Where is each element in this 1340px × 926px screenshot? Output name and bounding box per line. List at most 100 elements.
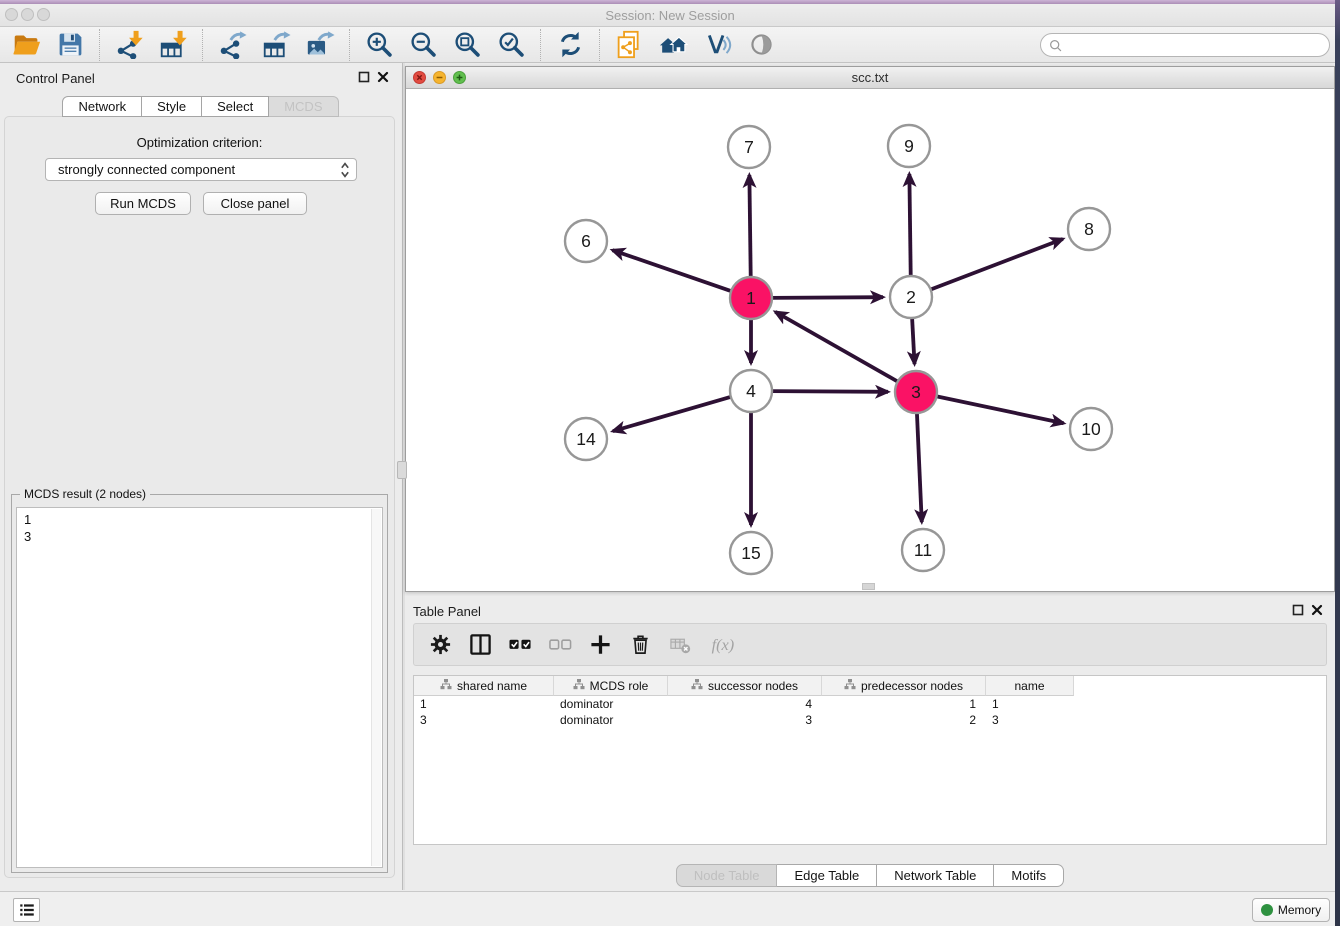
cell-name[interactable]: 1 — [986, 696, 1074, 712]
graph-node-label-1: 1 — [746, 288, 756, 308]
unselect-all-button[interactable] — [549, 633, 572, 656]
window-close-button[interactable] — [5, 8, 18, 21]
zoom-in-button[interactable] — [359, 28, 399, 62]
delete-button[interactable] — [629, 633, 652, 656]
cell-successor-nodes[interactable]: 4 — [668, 696, 822, 712]
table-body: 1dominator4113dominator323 — [414, 696, 1326, 728]
home-button[interactable] — [653, 28, 693, 62]
gear-button[interactable] — [429, 633, 452, 656]
graph-edge-2-8[interactable] — [930, 239, 1063, 290]
tab-motifs[interactable]: Motifs — [994, 864, 1064, 887]
search-icon — [1049, 39, 1063, 53]
graph-node-label-14: 14 — [576, 429, 596, 449]
cell-shared-name[interactable]: 1 — [414, 696, 554, 712]
window-minimize-button[interactable] — [21, 8, 34, 21]
run-mcds-button[interactable]: Run MCDS — [95, 192, 191, 215]
columns-button[interactable] — [469, 633, 492, 656]
graph-edge-3-11[interactable] — [917, 412, 922, 522]
cell-name[interactable]: 3 — [986, 712, 1074, 728]
cell-mcds-role[interactable]: dominator — [554, 712, 668, 728]
zoom-out-button[interactable] — [403, 28, 443, 62]
column-header-label: shared name — [457, 679, 527, 693]
refresh-button[interactable] — [550, 28, 590, 62]
open-button[interactable] — [6, 28, 46, 62]
tab-edge-table[interactable]: Edge Table — [777, 864, 877, 887]
memory-button[interactable]: Memory — [1252, 898, 1330, 922]
frame-close-icon[interactable] — [413, 71, 426, 84]
window-titlebar[interactable]: Session: New Session — [0, 0, 1340, 27]
window-zoom-button[interactable] — [37, 8, 50, 21]
close-panel-button[interactable]: Close panel — [203, 192, 307, 215]
toolbar-separator — [202, 29, 203, 61]
frame-minimize-icon[interactable] — [433, 71, 446, 84]
svg-text:f(x): f(x) — [712, 635, 735, 654]
tab-mcds[interactable]: MCDS — [269, 96, 338, 117]
graph-edge-1-2[interactable] — [771, 297, 883, 298]
column-header-label: predecessor nodes — [861, 679, 963, 693]
graph-edge-3-10[interactable] — [936, 396, 1064, 423]
graph-edge-2-3[interactable] — [912, 317, 914, 364]
table-row[interactable]: 1dominator411 — [414, 696, 1326, 712]
tab-style[interactable]: Style — [142, 96, 202, 117]
task-history-button[interactable] — [13, 898, 40, 922]
float-panel-icon[interactable] — [358, 71, 370, 83]
function-icon: f(x) — [709, 633, 743, 656]
column-header-shared-name[interactable]: shared name — [414, 676, 554, 696]
graph-node-label-7: 7 — [744, 137, 754, 157]
table-header-row: shared name MCDS rolesuccessor nodes prede… — [414, 676, 1326, 696]
network-window-titlebar[interactable]: scc.txt — [406, 67, 1334, 89]
zoom-selected-button[interactable] — [491, 28, 531, 62]
save-button[interactable] — [50, 28, 90, 62]
columns-icon — [469, 633, 492, 656]
mcds-result-area[interactable]: 1 3 — [16, 507, 383, 868]
window-resize-handle[interactable] — [862, 583, 875, 590]
float-table-panel-icon[interactable] — [1292, 604, 1304, 616]
add-button[interactable] — [589, 633, 612, 656]
column-header-predecessor-nodes[interactable]: predecessor nodes — [822, 676, 986, 696]
graph-edge-2-9[interactable] — [909, 174, 910, 277]
export-table-button[interactable] — [256, 28, 296, 62]
graph-edge-1-6[interactable] — [612, 250, 732, 291]
column-header-name[interactable]: name — [986, 676, 1074, 696]
import-network-button[interactable] — [109, 28, 149, 62]
graph-edge-1-7[interactable] — [749, 175, 750, 278]
criterion-select-value: strongly connected component — [58, 162, 235, 177]
search-input[interactable] — [1067, 35, 1322, 55]
export-image-button[interactable] — [300, 28, 340, 62]
cell-successor-nodes[interactable]: 3 — [668, 712, 822, 728]
clone-network-button[interactable] — [609, 28, 649, 62]
cell-mcds-role[interactable]: dominator — [554, 696, 668, 712]
graph-edge-4-3[interactable] — [771, 391, 888, 392]
cell-predecessor-nodes[interactable]: 2 — [822, 712, 986, 728]
vizmapper-button[interactable] — [697, 28, 737, 62]
graph-edge-4-14[interactable] — [613, 397, 732, 432]
close-table-panel-icon[interactable] — [1311, 604, 1323, 616]
show-hide-graphics-button[interactable] — [741, 28, 781, 62]
tab-select[interactable]: Select — [202, 96, 269, 117]
graph-node-label-15: 15 — [741, 543, 760, 563]
network-canvas[interactable]: 7968124314101511 — [406, 89, 1334, 592]
graph-edge-3-1[interactable] — [775, 312, 898, 382]
tab-network-table[interactable]: Network Table — [877, 864, 994, 887]
column-header-successor-nodes[interactable]: successor nodes — [668, 676, 822, 696]
control-panel-header: Control Panel — [0, 63, 401, 93]
cell-shared-name[interactable]: 3 — [414, 712, 554, 728]
cell-predecessor-nodes[interactable]: 1 — [822, 696, 986, 712]
graph-node-label-6: 6 — [581, 231, 591, 251]
frame-zoom-icon[interactable] — [453, 71, 466, 84]
zoom-fit-button[interactable] — [447, 28, 487, 62]
close-panel-icon[interactable] — [377, 71, 389, 83]
hierarchy-icon — [844, 679, 856, 690]
criterion-select[interactable]: strongly connected component — [45, 158, 357, 181]
result-scrollbar[interactable] — [371, 509, 381, 866]
export-network-button[interactable] — [212, 28, 252, 62]
tab-node-table[interactable]: Node Table — [676, 864, 778, 887]
select-all-button[interactable] — [509, 633, 532, 656]
splitter-handle[interactable] — [397, 461, 407, 479]
tab-network[interactable]: Network — [62, 96, 142, 117]
column-header-mcds-role[interactable]: MCDS role — [554, 676, 668, 696]
hierarchy-icon-holder — [691, 679, 703, 693]
show-hide-graphics-icon — [747, 30, 776, 59]
import-table-button[interactable] — [153, 28, 193, 62]
table-row[interactable]: 3dominator323 — [414, 712, 1326, 728]
